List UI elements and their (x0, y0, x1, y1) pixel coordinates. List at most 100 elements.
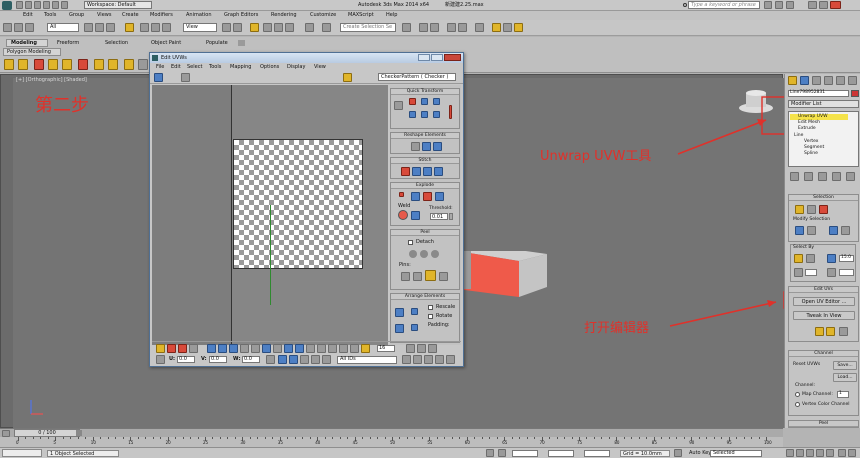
menu-animation[interactable]: Animation (186, 13, 212, 18)
spinner-snap-icon[interactable] (285, 23, 294, 32)
stack-item-spline[interactable]: Spline (790, 151, 818, 157)
pivot-center-icon[interactable] (222, 23, 231, 32)
stitch-3-icon[interactable] (423, 167, 432, 176)
remove-modifier-icon[interactable] (832, 172, 841, 181)
uvw-titlebar[interactable]: Edit UVWs (150, 53, 463, 63)
graphite-toolbar-icon[interactable] (430, 23, 439, 32)
detach-checkbox[interactable] (408, 240, 413, 245)
help-icon[interactable] (786, 1, 794, 9)
pin-3-icon[interactable] (425, 270, 436, 281)
percent-snap-icon[interactable] (274, 23, 283, 32)
uvw-tool-3-icon[interactable] (229, 344, 238, 353)
uvw-tool-15-icon[interactable] (406, 344, 415, 353)
uvw-mirror-icon[interactable] (181, 73, 190, 82)
ribbon-tool-5-icon[interactable] (62, 59, 72, 70)
ribbon-tab-selection[interactable]: Selection (105, 41, 128, 46)
redo-icon[interactable] (52, 1, 59, 9)
uvw-close-icon[interactable] (444, 54, 461, 61)
tweak-in-view-button[interactable]: Tweak In View (793, 311, 855, 320)
uvw-tool-13-icon[interactable] (339, 344, 348, 353)
star-icon[interactable] (775, 1, 783, 9)
select-by-angle-input[interactable]: 15.0 (839, 255, 854, 262)
uvw-maximize-icon[interactable] (431, 54, 443, 61)
menu-customize[interactable]: Customize (310, 13, 336, 18)
menu-edit[interactable]: Edit (23, 13, 33, 18)
open-uv-editor-button[interactable]: Open UV Editor ... (793, 297, 855, 306)
grow-select-icon[interactable] (795, 226, 804, 235)
uvw-tool-4-icon[interactable] (240, 344, 249, 353)
stack-item-vertex[interactable]: Vertex (790, 139, 818, 145)
uvw-filter-1-icon[interactable] (278, 355, 287, 364)
edit-uvws-window[interactable]: Edit UVWs File Edit Select Tools Mapping… (149, 52, 464, 367)
material-editor-icon[interactable] (475, 23, 484, 32)
menu-maxscript[interactable]: MAXScript (348, 13, 374, 18)
rotate-checkbox[interactable] (428, 314, 433, 319)
viewport-label[interactable]: [+] [Orthographic] [Shaded] (16, 78, 87, 83)
uvw-select-face-icon[interactable] (178, 344, 187, 353)
ribbon-tool-1-icon[interactable] (4, 59, 14, 70)
uvw-tool-5-icon[interactable] (251, 344, 260, 353)
save-button[interactable]: Save... (833, 361, 857, 370)
ribbon-tool-9-icon[interactable] (124, 59, 134, 70)
select-by-smooth-icon[interactable] (806, 254, 815, 263)
go-end-icon[interactable] (826, 449, 834, 457)
map-channel-input[interactable]: 1 (837, 391, 849, 398)
window-crossing-icon[interactable] (125, 23, 134, 32)
menu-group[interactable]: Group (69, 13, 84, 18)
ribbon-tool-2-icon[interactable] (18, 59, 28, 70)
uvw-select-vertex-icon[interactable] (156, 344, 165, 353)
select-by-sg-icon[interactable] (827, 268, 836, 277)
weld-target-icon[interactable] (411, 211, 420, 220)
vertex-color-channel-radio[interactable] (795, 402, 800, 407)
u-input[interactable]: 0.0 (177, 356, 195, 363)
stack-item-extrude[interactable]: Extrude (790, 126, 816, 132)
time-slider[interactable]: 0 / 100 (0, 428, 783, 437)
qt-align-icon[interactable] (394, 101, 403, 110)
motion-tab-icon[interactable] (824, 76, 833, 85)
uvw-menu-options[interactable]: Options (260, 65, 279, 70)
map-channel-radio[interactable] (795, 392, 800, 397)
utilities-tab-icon[interactable] (848, 76, 857, 85)
ribbon-tool-3-icon[interactable] (34, 59, 44, 70)
x-coord-field[interactable] (512, 450, 538, 457)
arrange-pack-2-icon[interactable] (411, 308, 418, 315)
ribbon-tool-4-icon[interactable] (48, 59, 58, 70)
edit-uvs-rollout-title[interactable]: Edit UVs (789, 287, 858, 293)
add-time-tag-icon[interactable] (674, 449, 682, 457)
workspace-dropdown[interactable]: Workspace: Default (84, 1, 152, 9)
uvw-tool-9-icon[interactable] (295, 344, 304, 353)
edit-named-selection-icon[interactable] (305, 23, 314, 32)
stitch-2-icon[interactable] (412, 167, 421, 176)
reference-coordinate-dropdown[interactable]: View (183, 23, 217, 32)
pin-4-icon[interactable] (439, 272, 448, 281)
uvw-tool-11-icon[interactable] (317, 344, 326, 353)
time-slider-next-icon[interactable] (76, 430, 82, 436)
peel-quick-icon[interactable] (409, 250, 417, 258)
vertex-select-icon[interactable] (795, 205, 804, 214)
prev-frame-icon[interactable] (796, 449, 804, 457)
create-tab-icon[interactable] (788, 76, 797, 85)
maximize-window-icon[interactable] (819, 1, 828, 9)
ribbon-tab-freeform[interactable]: Freeform (57, 41, 79, 46)
pin-stack-icon[interactable] (790, 172, 799, 181)
uv-canvas[interactable] (152, 85, 388, 345)
uvw-menu-view[interactable]: View (314, 65, 326, 70)
uvw-tool-7-icon[interactable] (273, 344, 282, 353)
lock-selection-icon[interactable] (486, 449, 494, 457)
rescale-checkbox[interactable] (428, 305, 433, 310)
time-slider-thumb[interactable]: 0 / 100 (14, 429, 80, 437)
save-file-icon[interactable] (34, 1, 41, 9)
modifier-list-dropdown[interactable]: Modifier List (788, 100, 859, 108)
menu-rendering[interactable]: Rendering (271, 13, 297, 18)
uvw-show-map-icon[interactable] (343, 73, 352, 82)
object-color-swatch[interactable] (851, 90, 859, 97)
uvw-tool-8-icon[interactable] (284, 344, 293, 353)
ribbon-tool-7-icon[interactable] (94, 59, 104, 70)
load-button[interactable]: Load... (833, 373, 857, 382)
qt-space-icon[interactable] (433, 98, 440, 105)
uvw-tool-14-icon[interactable] (350, 344, 359, 353)
uvw-minimize-icon[interactable] (418, 54, 430, 61)
ribbon-tab-modeling[interactable]: Modeling (6, 39, 48, 47)
curve-editor-icon[interactable] (447, 23, 456, 32)
stitch-4-icon[interactable] (434, 167, 443, 176)
